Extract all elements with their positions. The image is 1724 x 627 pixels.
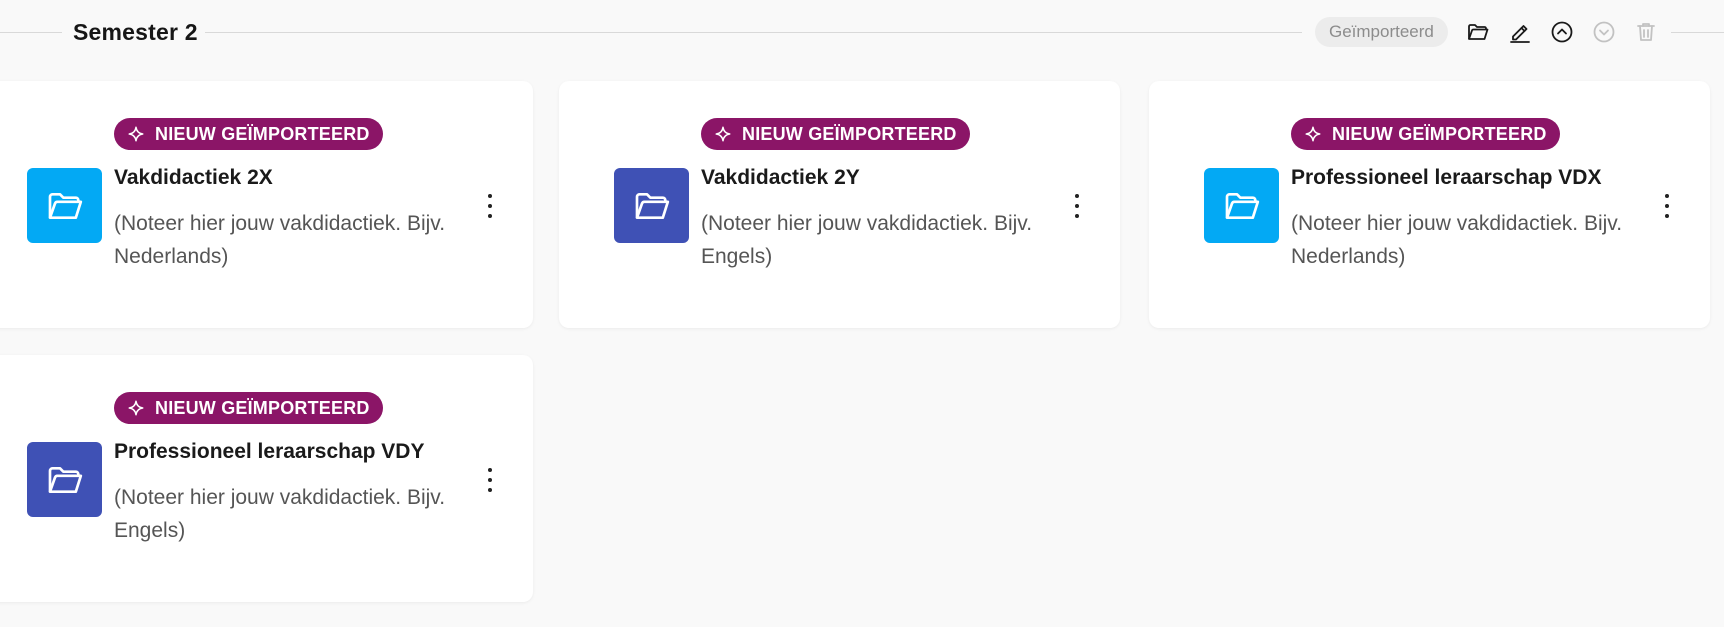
kebab-dot bbox=[488, 214, 492, 218]
badge-label: NIEUW GEÏMPORTEERD bbox=[155, 398, 370, 418]
sparkle-icon bbox=[1305, 126, 1321, 142]
imported-status-chip: Geïmporteerd bbox=[1315, 17, 1448, 47]
chevron-up-circle-icon bbox=[1551, 21, 1573, 43]
move-down-button[interactable] bbox=[1587, 15, 1621, 49]
card-description: (Noteer hier jouw vakdidactiek. Bijv. En… bbox=[114, 486, 446, 542]
new-imported-badge: NIEUW GEÏMPORTEERD bbox=[701, 118, 970, 150]
new-imported-badge: NIEUW GEÏMPORTEERD bbox=[114, 392, 383, 424]
section-header: Semester 2 Geïmporteerd bbox=[0, 10, 1724, 54]
folder-open-icon bbox=[1225, 192, 1259, 219]
kebab-dot bbox=[1665, 194, 1669, 198]
divider-line bbox=[0, 32, 62, 33]
open-folder-button[interactable] bbox=[1461, 15, 1495, 49]
badge-label: NIEUW GEÏMPORTEERD bbox=[155, 124, 370, 144]
badge-label: NIEUW GEÏMPORTEERD bbox=[742, 124, 957, 144]
new-imported-badge: NIEUW GEÏMPORTEERD bbox=[1291, 118, 1560, 150]
sparkle-icon bbox=[128, 400, 144, 416]
kebab-dot bbox=[1075, 194, 1079, 198]
kebab-dot bbox=[488, 478, 492, 482]
kebab-dot bbox=[488, 468, 492, 472]
edit-button[interactable] bbox=[1503, 15, 1537, 49]
move-up-button[interactable] bbox=[1545, 15, 1579, 49]
delete-button[interactable] bbox=[1629, 15, 1663, 49]
card-title: Vakdidactiek 2X bbox=[114, 166, 273, 189]
more-options-button[interactable] bbox=[478, 191, 502, 221]
folder-tile bbox=[1204, 168, 1279, 243]
course-card[interactable]: NIEUW GEÏMPORTEERD Professioneel leraars… bbox=[1149, 81, 1710, 328]
folder-open-icon bbox=[635, 192, 669, 219]
kebab-dot bbox=[488, 194, 492, 198]
kebab-dot bbox=[1075, 204, 1079, 208]
sparkle-icon bbox=[715, 126, 731, 142]
badge-label: NIEUW GEÏMPORTEERD bbox=[1332, 124, 1547, 144]
folder-open-icon bbox=[1468, 24, 1489, 40]
new-imported-badge: NIEUW GEÏMPORTEERD bbox=[114, 118, 383, 150]
divider-line bbox=[1671, 32, 1724, 33]
card-description: (Noteer hier jouw vakdidactiek. Bijv. Ne… bbox=[114, 212, 446, 268]
kebab-dot bbox=[488, 204, 492, 208]
kebab-dot bbox=[1665, 214, 1669, 218]
course-card[interactable]: NIEUW GEÏMPORTEERD Professioneel leraars… bbox=[0, 355, 533, 602]
divider-line bbox=[205, 32, 1302, 33]
card-title: Professioneel leraarschap VDY bbox=[114, 440, 425, 463]
folder-open-icon bbox=[48, 466, 82, 493]
more-options-button[interactable] bbox=[1065, 191, 1089, 221]
trash-icon bbox=[1637, 23, 1655, 41]
pencil-icon bbox=[1510, 25, 1530, 43]
chevron-down-circle-icon bbox=[1593, 21, 1615, 43]
sparkle-icon bbox=[128, 126, 144, 142]
kebab-dot bbox=[1075, 214, 1079, 218]
more-options-button[interactable] bbox=[1655, 191, 1679, 221]
kebab-dot bbox=[488, 488, 492, 492]
course-card[interactable]: NIEUW GEÏMPORTEERD Vakdidactiek 2X (Note… bbox=[0, 81, 533, 328]
folder-tile bbox=[27, 442, 102, 517]
folder-tile bbox=[614, 168, 689, 243]
more-options-button[interactable] bbox=[478, 465, 502, 495]
card-title: Professioneel leraarschap VDX bbox=[1291, 166, 1602, 189]
section-title: Semester 2 bbox=[73, 19, 198, 45]
card-title: Vakdidactiek 2Y bbox=[701, 166, 860, 189]
course-card[interactable]: NIEUW GEÏMPORTEERD Vakdidactiek 2Y (Note… bbox=[559, 81, 1120, 328]
kebab-dot bbox=[1665, 204, 1669, 208]
folder-tile bbox=[27, 168, 102, 243]
folder-open-icon bbox=[48, 192, 82, 219]
card-description: (Noteer hier jouw vakdidactiek. Bijv. En… bbox=[701, 212, 1033, 268]
card-description: (Noteer hier jouw vakdidactiek. Bijv. Ne… bbox=[1291, 212, 1623, 268]
